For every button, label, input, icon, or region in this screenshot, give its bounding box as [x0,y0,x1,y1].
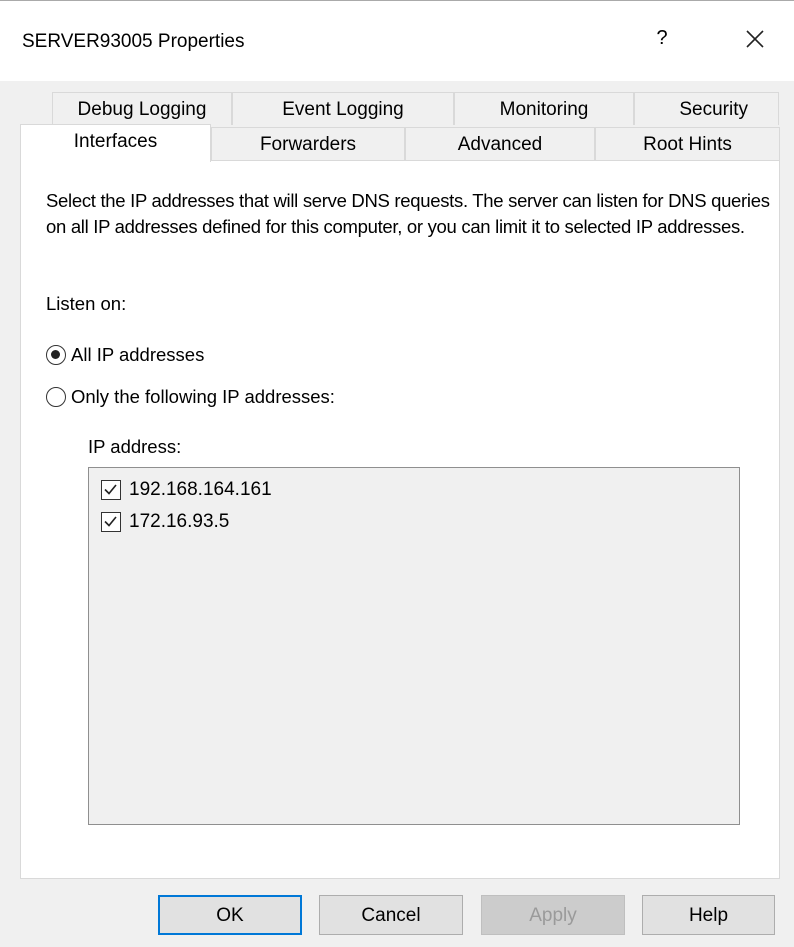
ip-address-list[interactable]: 192.168.164.161 172.16.93.5 [88,467,740,825]
tab-forwarders[interactable]: Forwarders [211,127,405,160]
title-bar: SERVER93005 Properties ? [0,0,794,81]
radio-button-checked[interactable] [46,345,66,365]
help-icon[interactable]: ? [650,27,674,50]
help-button[interactable]: Help [642,895,775,935]
radio-only-label: Only the following IP addresses: [71,386,335,407]
tab-advanced[interactable]: Advanced [405,127,595,160]
tab-interfaces[interactable]: Interfaces [20,124,211,162]
check-icon [104,484,117,495]
tab-debug-logging[interactable]: Debug Logging [52,92,232,125]
radio-button-unchecked[interactable] [46,387,66,407]
listen-on-label: Listen on: [46,293,127,314]
check-icon [104,516,117,527]
list-item[interactable]: 172.16.93.5 [101,509,229,535]
tab-security[interactable]: Security [634,92,779,125]
ip-address-value: 172.16.93.5 [129,511,230,532]
tab-event-logging[interactable]: Event Logging [232,92,454,125]
apply-button[interactable]: Apply [481,895,625,935]
checkbox-checked[interactable] [101,480,121,500]
interfaces-description: Select the IP addresses that will serve … [46,190,770,237]
radio-only-following-ip-addresses[interactable]: Only the following IP addresses: [46,384,335,410]
ip-address-label: IP address: [88,436,182,457]
cancel-button[interactable]: Cancel [319,895,463,935]
tab-root-hints[interactable]: Root Hints [595,127,780,160]
ip-address-value: 192.168.164.161 [129,479,272,500]
tab-monitoring[interactable]: Monitoring [454,92,634,125]
list-item[interactable]: 192.168.164.161 [101,477,272,503]
ok-button[interactable]: OK [158,895,302,935]
window-title: SERVER93005 Properties [22,31,245,52]
checkbox-checked[interactable] [101,512,121,532]
radio-all-label: All IP addresses [71,344,205,365]
radio-all-ip-addresses[interactable]: All IP addresses [46,342,204,368]
close-icon[interactable] [740,23,770,55]
